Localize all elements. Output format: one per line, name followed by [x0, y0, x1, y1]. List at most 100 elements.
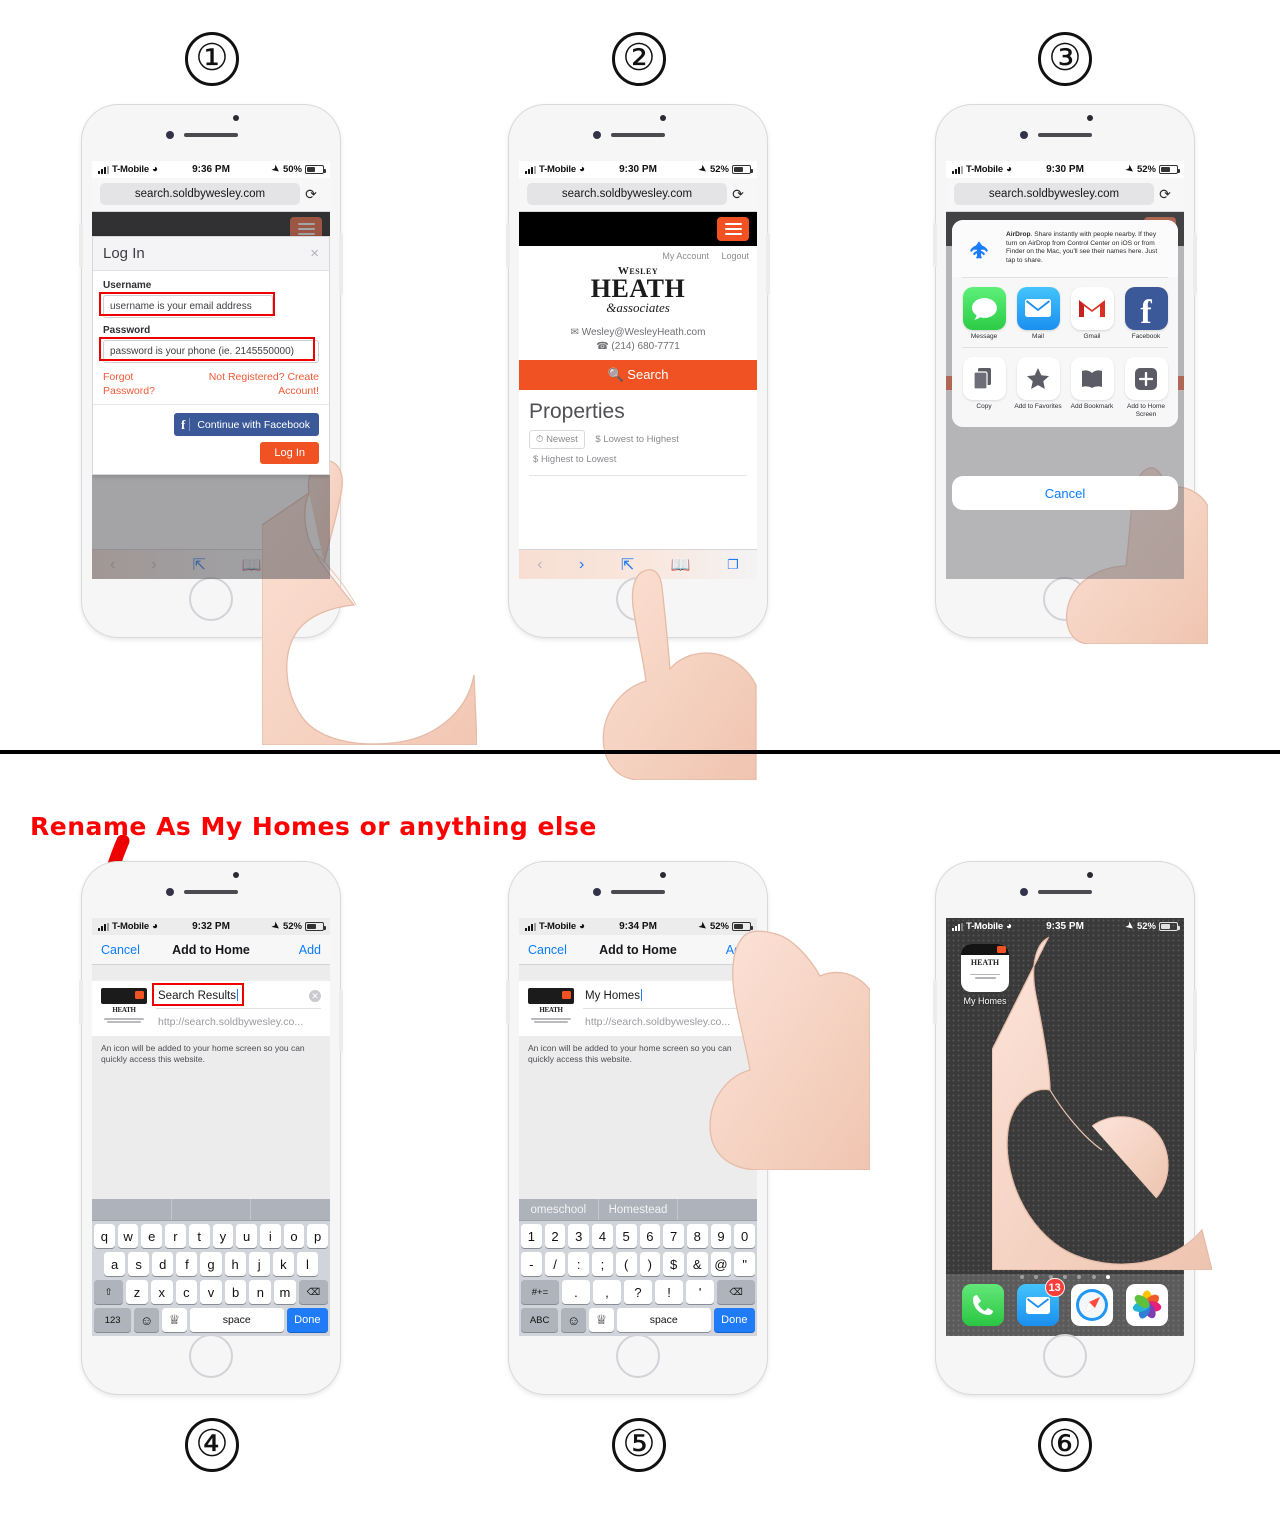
dictation-key[interactable]: ♕: [589, 1308, 614, 1332]
key-apostrophe[interactable]: ': [686, 1280, 715, 1304]
key-n[interactable]: n: [249, 1280, 272, 1304]
key-j[interactable]: j: [248, 1252, 270, 1276]
key-w[interactable]: w: [117, 1224, 139, 1248]
key-p[interactable]: p: [307, 1224, 329, 1248]
action-add-bookmark[interactable]: Add Bookmark: [1066, 357, 1118, 418]
key-quote[interactable]: ": [734, 1252, 756, 1276]
key-v[interactable]: v: [200, 1280, 222, 1304]
create-account-link[interactable]: Not Registered? Create Account!: [199, 370, 319, 398]
key-3[interactable]: 3: [568, 1224, 590, 1248]
key-a[interactable]: a: [104, 1252, 126, 1276]
phone-icon[interactable]: [962, 1284, 1005, 1326]
logout-link[interactable]: Logout: [721, 251, 749, 261]
mail-icon[interactable]: 13: [1016, 1278, 1065, 1326]
key-1[interactable]: 1: [520, 1224, 542, 1248]
key-0[interactable]: 0: [734, 1224, 756, 1248]
key-t[interactable]: t: [188, 1224, 210, 1248]
key-u[interactable]: u: [236, 1224, 257, 1248]
url-text[interactable]: search.soldbywesley.com: [527, 183, 727, 205]
key-slash[interactable]: /: [544, 1252, 566, 1276]
contact-email[interactable]: ✉ Wesley@WesleyHeath.com: [519, 327, 757, 338]
cancel-button[interactable]: Cancel: [528, 943, 567, 957]
key-paren-open[interactable]: (: [615, 1252, 637, 1276]
emoji-key[interactable]: ☺: [561, 1308, 587, 1332]
home-button[interactable]: [616, 1334, 660, 1378]
numbers-key[interactable]: 123: [94, 1308, 132, 1332]
key-5[interactable]: 5: [615, 1224, 637, 1248]
forgot-password-link[interactable]: Forgot Password?: [103, 370, 181, 398]
home-button[interactable]: [189, 577, 233, 621]
safari-url-bar[interactable]: search.soldbywesley.com ⟳: [519, 178, 757, 212]
my-homes-app-icon[interactable]: HEATH: [961, 944, 1009, 992]
prediction-1[interactable]: [92, 1199, 172, 1220]
key-r[interactable]: r: [165, 1224, 186, 1248]
key-question[interactable]: ?: [623, 1280, 653, 1304]
prediction-2[interactable]: Homestead: [599, 1199, 679, 1220]
sort-high-low[interactable]: $ Highest to Lowest: [529, 451, 620, 468]
prediction-3[interactable]: [678, 1199, 757, 1220]
symbols-key[interactable]: #+=: [521, 1280, 559, 1304]
backspace-key[interactable]: ⌫: [298, 1280, 329, 1304]
close-icon[interactable]: ×: [310, 246, 319, 261]
safari-icon[interactable]: [1071, 1284, 1114, 1326]
share-target-message[interactable]: Message: [958, 286, 1010, 340]
key-at[interactable]: @: [710, 1252, 732, 1276]
search-button[interactable]: 🔍 Search: [519, 359, 757, 390]
share-target-gmail[interactable]: Gmail: [1066, 286, 1118, 340]
key-m[interactable]: m: [274, 1280, 296, 1304]
key-s[interactable]: s: [128, 1252, 150, 1276]
continue-with-facebook-button[interactable]: f Continue with Facebook: [174, 413, 319, 437]
action-copy[interactable]: Copy: [958, 357, 1010, 418]
key-period[interactable]: .: [561, 1280, 590, 1304]
key-7[interactable]: 7: [663, 1224, 684, 1248]
key-d[interactable]: d: [152, 1252, 174, 1276]
key-hyphen[interactable]: -: [520, 1252, 542, 1276]
action-add-favorites[interactable]: Add to Favorites: [1012, 357, 1064, 418]
add-button[interactable]: Add: [726, 943, 748, 957]
letters-key[interactable]: ABC: [521, 1308, 559, 1332]
key-h[interactable]: h: [224, 1252, 246, 1276]
reload-icon[interactable]: ⟳: [1154, 186, 1176, 203]
key-exclaim[interactable]: !: [655, 1280, 684, 1304]
shortcut-name-input[interactable]: My Homes: [583, 988, 644, 1003]
cancel-button[interactable]: Cancel: [101, 943, 140, 957]
key-9[interactable]: 9: [710, 1224, 732, 1248]
reload-icon[interactable]: ⟳: [727, 186, 749, 203]
key-z[interactable]: z: [126, 1280, 148, 1304]
forward-icon[interactable]: ›: [579, 556, 584, 574]
key-4[interactable]: 4: [592, 1224, 613, 1248]
my-account-link[interactable]: My Account: [662, 251, 709, 261]
home-button[interactable]: [189, 1334, 233, 1378]
key-ampersand[interactable]: &: [686, 1252, 708, 1276]
key-semicolon[interactable]: ;: [592, 1252, 613, 1276]
reload-icon[interactable]: ⟳: [300, 186, 322, 203]
key-o[interactable]: o: [283, 1224, 305, 1248]
home-button[interactable]: [616, 577, 660, 621]
sort-low-high[interactable]: $ Lowest to Highest: [591, 431, 682, 448]
add-button[interactable]: Add: [299, 943, 321, 957]
space-key[interactable]: space: [616, 1308, 711, 1332]
key-6[interactable]: 6: [639, 1224, 661, 1248]
share-target-facebook[interactable]: f Facebook: [1120, 286, 1172, 340]
clear-icon[interactable]: ✕: [309, 989, 321, 1002]
done-key[interactable]: Done: [713, 1308, 755, 1332]
key-8[interactable]: 8: [686, 1224, 708, 1248]
clear-icon[interactable]: ✕: [736, 989, 748, 1002]
key-q[interactable]: q: [93, 1224, 115, 1248]
home-button[interactable]: [1043, 577, 1087, 621]
key-e[interactable]: e: [141, 1224, 163, 1248]
shift-key[interactable]: ⇧: [93, 1280, 124, 1304]
key-f[interactable]: f: [176, 1252, 198, 1276]
url-text[interactable]: search.soldbywesley.com: [100, 183, 300, 205]
safari-url-bar[interactable]: search.soldbywesley.com ⟳: [92, 178, 330, 212]
share-target-mail[interactable]: Mail: [1012, 286, 1064, 340]
key-x[interactable]: x: [150, 1280, 173, 1304]
home-screen-shortcut[interactable]: HEATH My Homes: [958, 944, 1012, 1006]
share-icon[interactable]: ⇱: [621, 555, 634, 575]
done-key[interactable]: Done: [286, 1308, 328, 1332]
key-l[interactable]: l: [296, 1252, 318, 1276]
key-dollar[interactable]: $: [663, 1252, 684, 1276]
dictation-key[interactable]: ♕: [162, 1308, 187, 1332]
tabs-icon[interactable]: ❐: [727, 557, 739, 573]
url-text[interactable]: search.soldbywesley.com: [954, 183, 1154, 205]
